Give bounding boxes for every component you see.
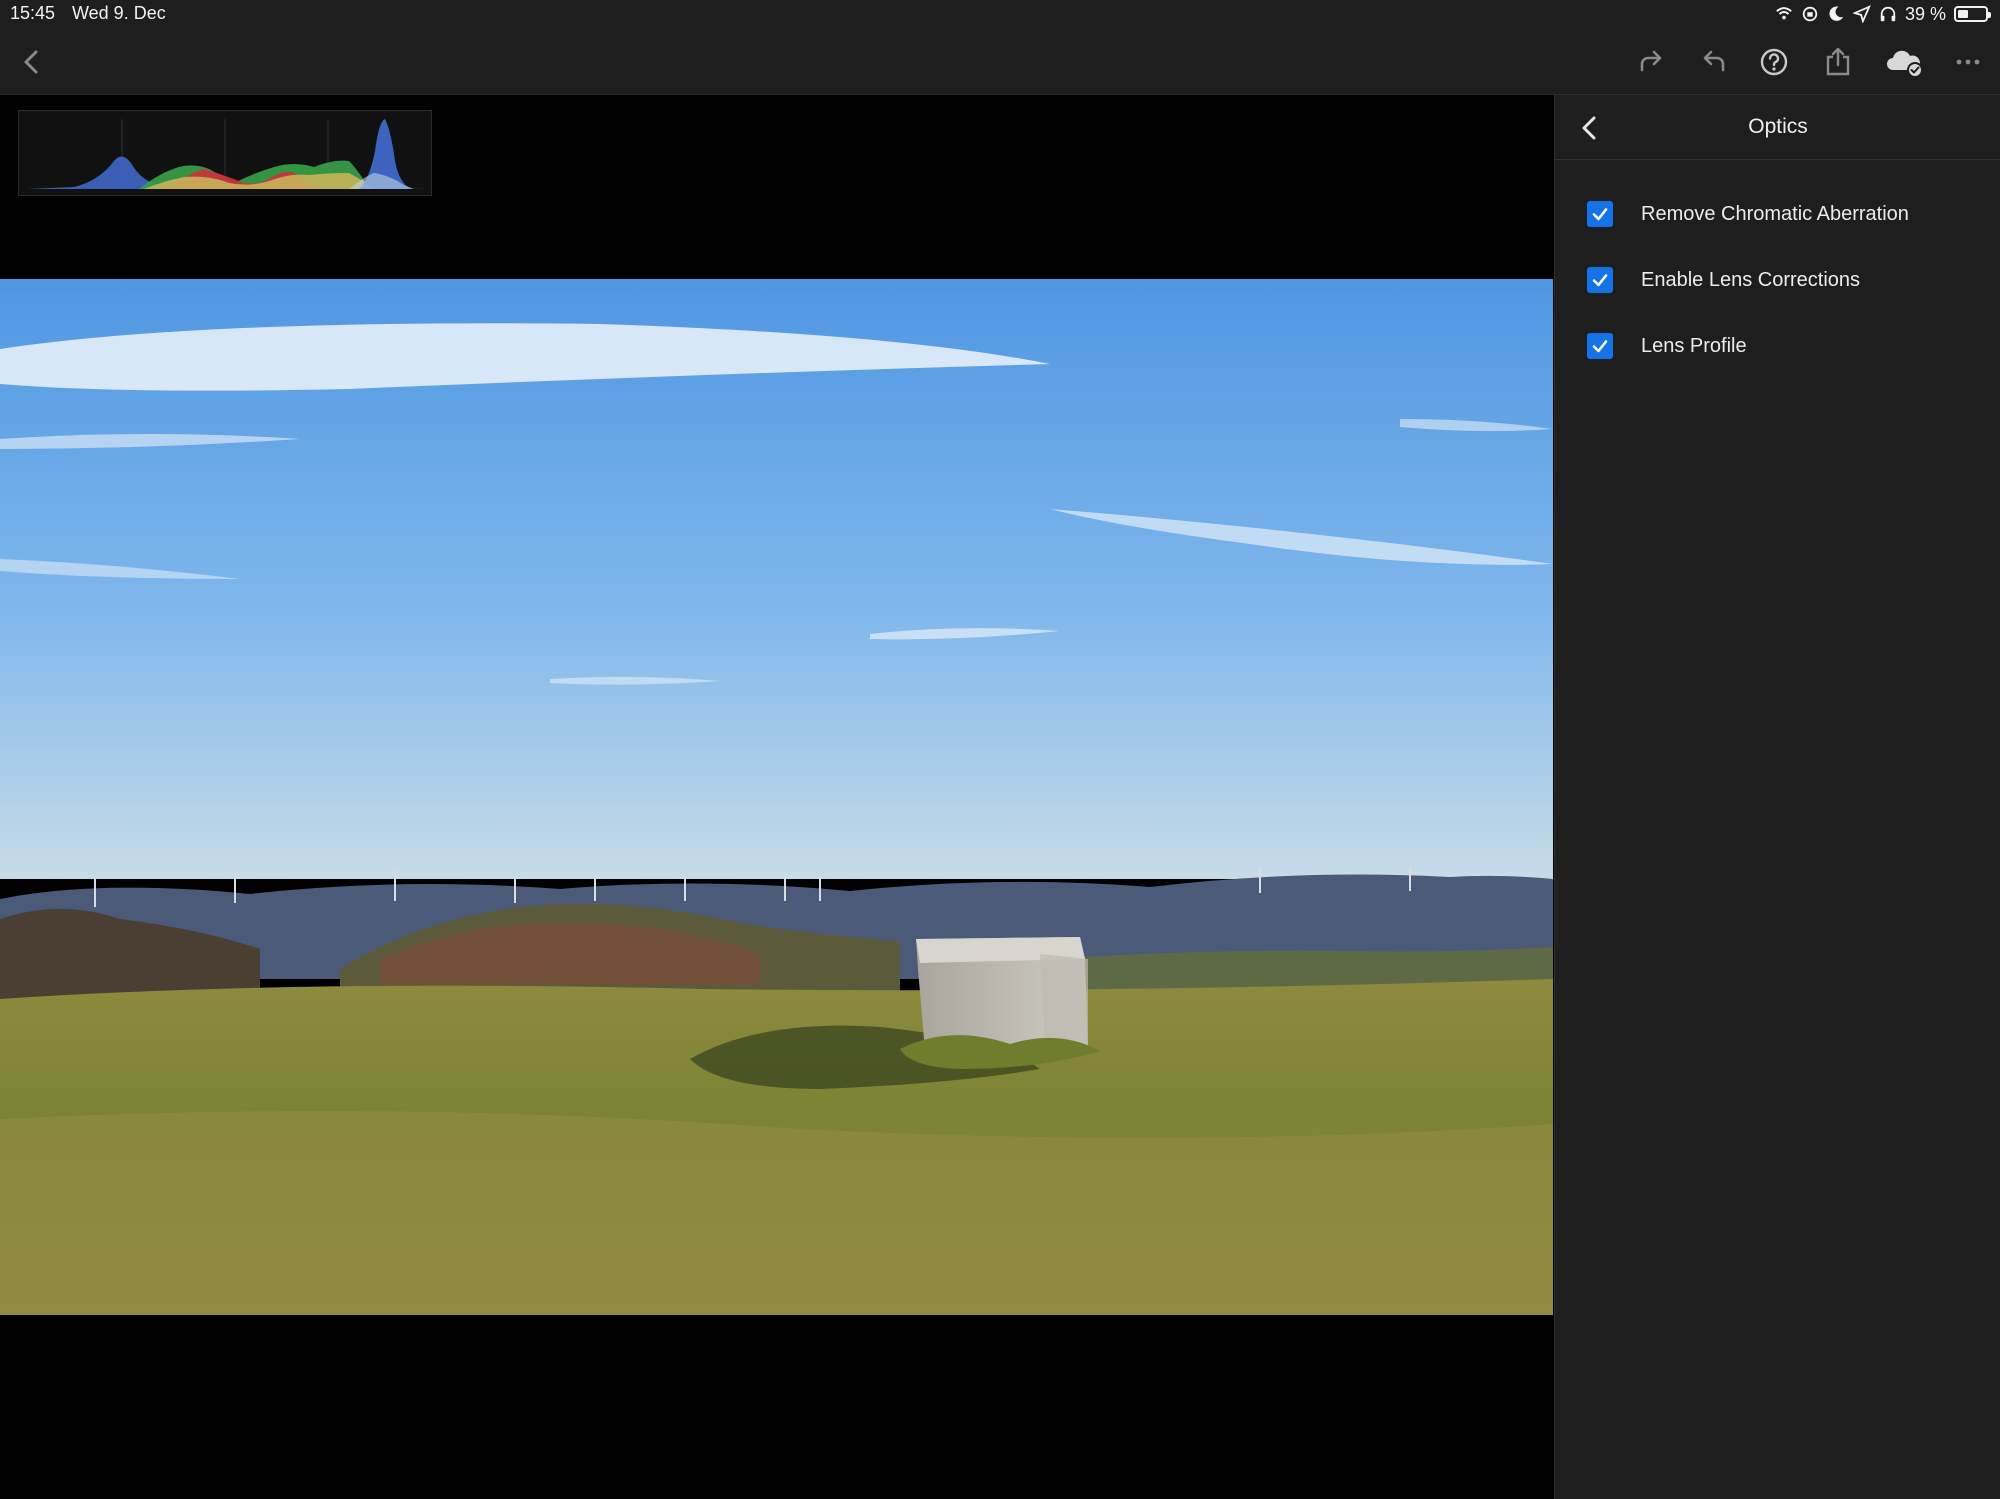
more-icon xyxy=(1956,59,1980,65)
headphones-icon xyxy=(1880,6,1896,22)
optics-panel: Optics Remove Chromatic Aberration Enabl… xyxy=(1554,95,2000,1499)
share-button[interactable] xyxy=(1820,44,1856,80)
battery-icon xyxy=(1954,6,1991,22)
more-button[interactable] xyxy=(1950,44,1986,80)
redo-icon xyxy=(1640,50,1662,72)
undo-icon xyxy=(1703,50,1725,72)
checkbox-lens-profile[interactable] xyxy=(1587,333,1613,359)
help-icon xyxy=(1760,48,1788,76)
image-canvas[interactable] xyxy=(0,95,1553,1499)
location-icon xyxy=(1852,5,1871,23)
checkbox-remove-chromatic-aberration[interactable] xyxy=(1587,201,1613,227)
undo-button[interactable] xyxy=(1697,44,1733,80)
top-toolbar xyxy=(0,28,2000,95)
status-date: Wed 9. Dec xyxy=(72,3,166,23)
option-label: Enable Lens Corrections xyxy=(1641,268,1861,291)
option-label: Remove Chromatic Aberration xyxy=(1641,202,1909,225)
histogram-graph xyxy=(27,119,427,189)
checkmark-icon xyxy=(1592,208,1608,221)
checkmark-icon xyxy=(1592,274,1608,287)
cloud-sync-button[interactable] xyxy=(1882,44,1926,80)
wifi-icon xyxy=(1776,7,1792,20)
redo-button[interactable] xyxy=(1632,44,1668,80)
photo-render xyxy=(0,279,1553,1315)
option-enable-lens-corrections[interactable]: Enable Lens Corrections xyxy=(1587,260,1860,300)
status-time: 15:45 xyxy=(10,3,56,23)
status-bar: 15:45 Wed 9. Dec 39 % xyxy=(0,0,2000,28)
cloud-sync-icon xyxy=(1887,50,1923,78)
option-lens-profile[interactable]: Lens Profile xyxy=(1587,326,1747,366)
panel-header: Optics xyxy=(1555,95,2000,160)
option-remove-chromatic-aberration[interactable]: Remove Chromatic Aberration xyxy=(1587,194,1909,234)
share-icon xyxy=(1826,47,1850,76)
panel-title: Optics xyxy=(1748,115,1808,138)
help-button[interactable] xyxy=(1756,44,1792,80)
histogram xyxy=(18,110,432,196)
option-label: Lens Profile xyxy=(1641,334,1747,357)
screen-rotation-lock-icon xyxy=(1802,6,1818,22)
checkbox-enable-lens-corrections[interactable] xyxy=(1587,267,1613,293)
checkmark-icon xyxy=(1592,340,1608,353)
back-icon xyxy=(24,50,38,74)
landscape-photo xyxy=(0,279,1553,1315)
status-icons: 39 % xyxy=(1775,3,1991,25)
battery-percentage: 39 % xyxy=(1904,3,1946,24)
moon-icon xyxy=(1829,6,1844,21)
back-button[interactable] xyxy=(14,44,50,80)
